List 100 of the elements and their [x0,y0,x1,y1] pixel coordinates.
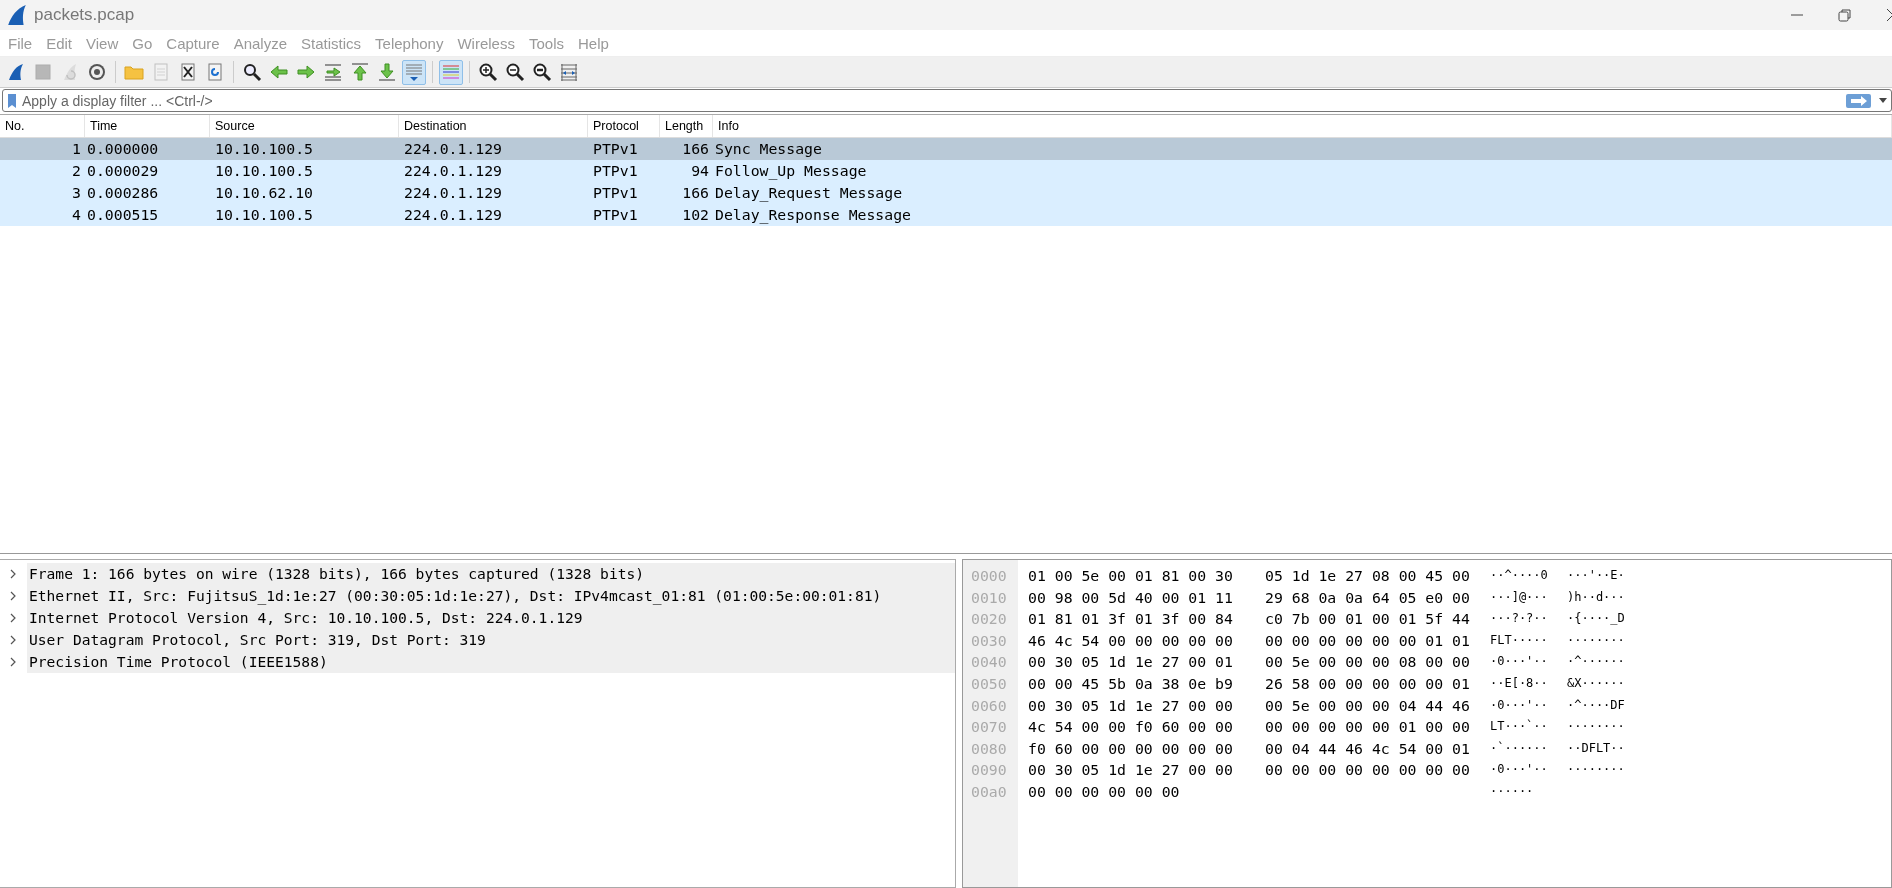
hex-bytes: 00 5e 00 00 00 08 00 00 [1265,652,1471,673]
chevron-right-icon[interactable] [8,635,18,645]
hex-bytes: 00 00 00 00 00 00 [1028,781,1181,802]
ascii-text: ···?·?·· [1490,610,1549,628]
resize-columns-icon [559,62,579,82]
ascii-text: ········ [1567,718,1626,736]
ascii-text: &X······ [1567,674,1626,692]
zoom-out-icon [505,62,525,82]
offset-label: 0010 [971,587,1008,608]
table-cell-text: 1 [71,139,82,159]
hex-bytes: 46 4c 54 00 00 00 00 00 [1028,630,1234,651]
offset-label: 0000 [971,566,1008,586]
tree-item[interactable]: Precision Time Protocol (IEEE1588) [27,651,955,673]
table-cell-text: 0.000286 [86,183,160,203]
hex-bytes: 4c 54 00 00 f0 60 00 00 [1028,717,1234,738]
chevron-right-icon[interactable] [8,591,18,601]
display-filter-field[interactable]: Apply a display filter ... <Ctrl-/> [18,92,1846,109]
chevron-right-icon[interactable] [8,613,18,623]
column-header[interactable]: Info [713,115,1892,137]
chevron-right-icon[interactable] [8,657,18,667]
ascii-text: ·^····DF [1567,696,1626,714]
packet-row[interactable]: 3 0.000286 10.10.62.10 224.0.1.129 PTPv1 166 Delay_Request Message [0,182,1892,204]
table-cell-text: 224.0.1.129 [403,205,503,225]
table-cell-text: 2 [71,161,82,181]
table-cell-text: Delay_Request Message [714,183,904,204]
table-cell-text: PTPv1 [592,161,639,181]
reload-icon [205,62,225,82]
ascii-text: ·0···'·· [1490,696,1549,714]
packet-row[interactable]: 2 0.000029 10.10.100.5 224.0.1.129 PTPv1 94 Follow_Up Message [0,160,1892,182]
down-arrow-icon [377,62,397,82]
hex-bytes: 05 1d 1e 27 08 00 45 00 [1265,566,1471,586]
filter-bar[interactable]: Apply a display filter ... <Ctrl-/> [2,89,1892,112]
zoom-in-icon [478,62,498,82]
hex-bytes: 00 04 44 46 4c 54 00 01 [1265,738,1471,759]
ascii-text: ··E[·8·· [1490,674,1549,692]
table-cell-text: 0.000515 [86,205,160,225]
column-header[interactable]: Length [660,115,713,137]
packet-row[interactable]: 1 0.000000 10.10.100.5 224.0.1.129 PTPv1 166 Sync Message [0,138,1892,160]
zoom-reset-icon [532,62,552,82]
hex-bytes: 00 5e 00 00 00 04 44 46 [1265,695,1471,716]
table-cell-text: 0.000029 [86,161,160,181]
offset-label: 0080 [971,738,1008,759]
ascii-text: ········ [1567,631,1626,649]
table-cell-text: 3 [71,183,82,203]
ascii-text: ········ [1567,761,1626,779]
ascii-text: ··DFLT·· [1567,739,1626,757]
ascii-text: ·0···'·· [1490,653,1549,671]
search-icon [242,62,262,82]
document-icon [151,62,171,82]
hex-bytes: 00 30 05 1d 1e 27 00 01 [1028,652,1234,673]
column-header[interactable]: Protocol [588,115,660,137]
offset-label: 0050 [971,673,1008,694]
ascii-text: FLT····· [1490,631,1549,649]
packet-row[interactable]: 4 0.000515 10.10.100.5 224.0.1.129 PTPv1 102 Delay_Response Message [0,204,1892,226]
hex-bytes: 01 00 5e 00 01 81 00 30 [1028,566,1234,586]
table-cell-text: Follow_Up Message [714,161,868,182]
hex-bytes: f0 60 00 00 00 00 00 00 [1028,738,1234,759]
tree-item[interactable]: Frame 1: 166 bytes on wire (1328 bits), 166 bytes captured (1328 bits) [27,563,955,585]
column-header[interactable]: No. [0,115,85,137]
hex-bytes: 29 68 0a 0a 64 05 e0 00 [1265,587,1471,608]
table-cell-text: 166 [681,139,710,159]
table-cell-text: 10.10.62.10 [214,183,314,203]
tree-item[interactable]: Ethernet II, Src: FujitsuS_1d:1e:27 (00:30:05:1d:1e:27), Dst: IPv4mcast_01:81 (01:00:5e:00:01:81) [27,585,955,607]
ascii-text: ······ [1490,782,1535,800]
left-arrow-icon [269,62,289,82]
hex-bytes: 01 81 01 3f 01 3f 00 84 [1028,609,1234,630]
ascii-text: ···]@··· [1490,588,1549,606]
hex-bytes: 00 00 00 00 00 00 01 01 [1265,630,1471,651]
tree-item[interactable]: Internet Protocol Version 4, Src: 10.10.100.5, Dst: 224.0.1.129 [27,607,955,629]
table-cell-text: 4 [71,205,82,225]
bookmark-icon[interactable] [6,92,18,109]
offset-label: 0090 [971,760,1008,781]
table-cell-text: 10.10.100.5 [214,205,314,225]
table-cell-text: Sync Message [714,139,823,159]
ascii-text: )h··d··· [1567,588,1626,606]
ascii-text: ·{····_D [1567,610,1626,628]
colorize-icon [441,62,461,82]
close-file-icon [178,62,198,82]
ascii-text: ··^····0 [1490,567,1549,584]
tree-item[interactable]: User Datagram Protocol, Src Port: 319, Dst Port: 319 [27,629,955,651]
table-cell-text: 94 [690,161,710,181]
settings-icon [87,62,107,82]
chevron-right-icon[interactable] [8,569,18,579]
column-header[interactable]: Destination [399,115,588,137]
hex-bytes: 00 30 05 1d 1e 27 00 00 [1028,760,1234,781]
column-header[interactable]: Source [210,115,399,137]
hex-bytes: c0 7b 00 01 00 01 5f 44 [1265,609,1471,630]
restore-icon[interactable] [1838,8,1852,22]
ascii-text: ·^······ [1567,653,1626,671]
hex-bytes: 00 00 00 00 00 01 00 00 [1265,717,1471,738]
offset-label: 0020 [971,609,1008,630]
go-to-packet-icon [323,62,343,82]
table-cell-text: Delay_Response Message [714,205,912,226]
table-cell-text: PTPv1 [592,183,639,203]
offset-label: 0040 [971,652,1008,673]
offset-label: 0070 [971,717,1008,738]
hex-bytes: 00 00 00 00 00 00 00 00 [1265,760,1471,781]
table-cell-text: 10.10.100.5 [214,139,314,159]
table-cell-text: 224.0.1.129 [403,161,503,181]
column-header[interactable]: Time [85,115,210,137]
